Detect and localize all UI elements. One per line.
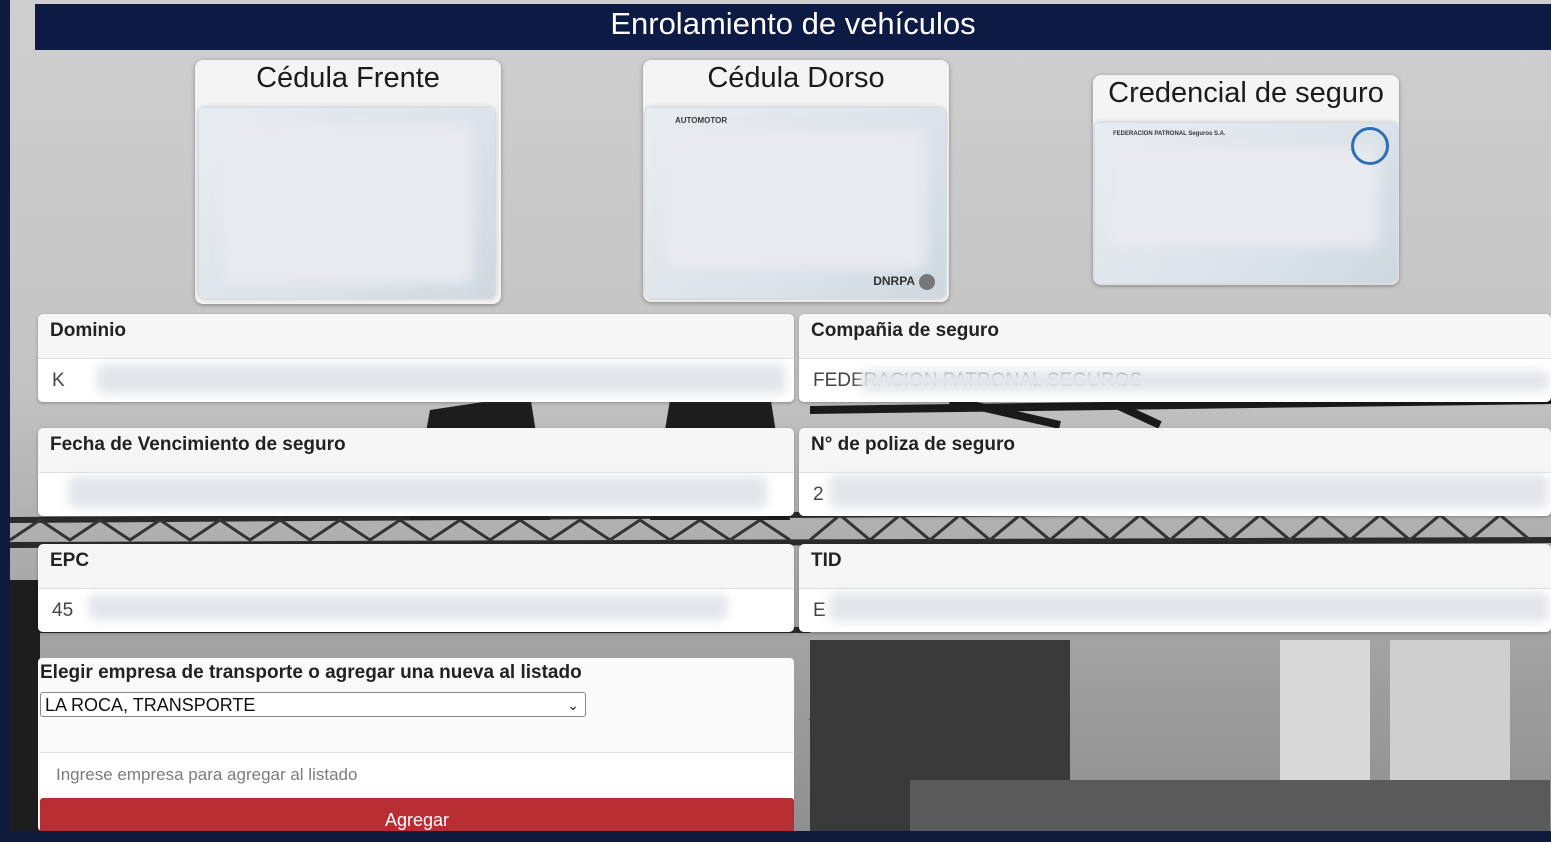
tid-label: TID	[811, 550, 842, 571]
chevron-down-icon: ⌄	[567, 697, 579, 713]
transport-select-value: LA ROCA, TRANSPORTE	[45, 695, 256, 715]
federacion-patronal-logo-icon	[1351, 127, 1389, 165]
cedula-dorso-header-text: AUTOMOTOR	[675, 116, 728, 125]
epc-label: EPC	[50, 550, 90, 571]
cedula-dorso-card[interactable]: Cédula Dorso AUTOMOTOR DNRPA	[643, 60, 949, 302]
cedula-dorso-title: Cédula Dorso	[707, 62, 885, 94]
new-transport-input[interactable]: Ingrese empresa para agregar al listado	[40, 752, 794, 796]
credencial-seguro-image[interactable]: FEDERACION PATRONAL Seguros S.A.	[1095, 123, 1397, 283]
cedula-dorso-image[interactable]: AUTOMOTOR DNRPA	[645, 108, 945, 298]
transport-section: Elegir empresa de transporte o agregar u…	[38, 658, 794, 831]
credencial-seguro-title: Credencial de seguro	[1108, 77, 1384, 109]
fecha-vencimiento-label: Fecha de Vencimiento de seguro	[50, 434, 346, 455]
add-transport-button[interactable]: Agregar	[40, 798, 794, 831]
dominio-label: Dominio	[50, 320, 126, 341]
transport-select[interactable]: LA ROCA, TRANSPORTE ⌄	[40, 692, 586, 717]
cedula-frente-image[interactable]	[199, 108, 495, 298]
dominio-field: Dominio K	[38, 314, 794, 402]
fecha-vencimiento-field: Fecha de Vencimiento de seguro	[38, 428, 794, 516]
cedula-frente-card[interactable]: Cédula Frente	[195, 60, 501, 304]
tid-field: TID E	[799, 544, 1551, 632]
poliza-seguro-label: N° de poliza de seguro	[811, 434, 1015, 455]
poliza-seguro-field: N° de poliza de seguro 2	[799, 428, 1551, 516]
credencial-seguro-header-text: FEDERACION PATRONAL Seguros S.A.	[1113, 131, 1226, 137]
dnrpa-badge: DNRPA	[873, 274, 915, 288]
compania-seguro-label: Compañia de seguro	[811, 320, 999, 341]
page-title: Enrolamiento de vehículos	[35, 4, 1551, 50]
transport-label: Elegir empresa de transporte o agregar u…	[40, 662, 582, 683]
cedula-frente-title: Cédula Frente	[256, 62, 440, 94]
epc-field: EPC 45	[38, 544, 794, 632]
dnrpa-logo-icon	[919, 274, 935, 290]
credencial-seguro-card[interactable]: Credencial de seguro FEDERACION PATRONAL…	[1093, 75, 1399, 285]
compania-seguro-field: Compañia de seguro FEDERACION PATRONAL S…	[799, 314, 1551, 402]
